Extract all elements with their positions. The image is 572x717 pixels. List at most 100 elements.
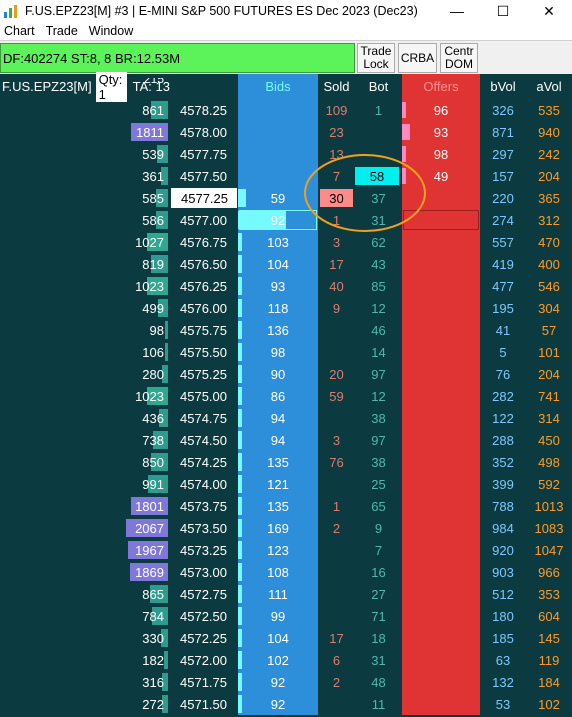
menu-trade[interactable]: Trade xyxy=(42,24,85,38)
volume-cell: 182 xyxy=(142,652,164,668)
offer-cell[interactable] xyxy=(402,363,480,385)
bid-cell[interactable]: 90 xyxy=(238,363,318,385)
price-cell[interactable]: 4573.00 xyxy=(170,561,238,583)
current-price-cell[interactable]: 4577.25 xyxy=(171,188,237,208)
price-cell[interactable]: 4572.75 xyxy=(170,583,238,605)
price-cell[interactable]: 4576.00 xyxy=(170,297,238,319)
offer-cell[interactable] xyxy=(402,187,480,209)
offer-cell[interactable]: 98 xyxy=(402,143,480,165)
maximize-button[interactable]: ☐ xyxy=(480,0,526,22)
bid-cell[interactable]: 94 xyxy=(238,429,318,451)
offer-cell[interactable] xyxy=(402,209,480,231)
price-cell[interactable]: 4573.25 xyxy=(170,539,238,561)
price-cell[interactable]: 4575.50 xyxy=(170,341,238,363)
bid-cell[interactable]: 86 xyxy=(238,385,318,407)
center-dom-button[interactable]: Centr DOM xyxy=(440,43,478,73)
bid-cell[interactable] xyxy=(238,121,318,143)
offer-cell[interactable]: 96 xyxy=(402,99,480,121)
offers-header[interactable]: Offers xyxy=(402,74,480,99)
bid-cell[interactable]: 98 xyxy=(238,341,318,363)
price-cell[interactable]: 4571.50 xyxy=(170,693,238,715)
price-cell[interactable]: 4575.00 xyxy=(170,385,238,407)
offer-cell[interactable] xyxy=(402,275,480,297)
offer-cell[interactable] xyxy=(402,693,480,715)
offer-cell[interactable] xyxy=(402,451,480,473)
price-cell[interactable]: 4573.50 xyxy=(170,517,238,539)
price-cell[interactable]: 4576.75 xyxy=(170,231,238,253)
offer-cell[interactable] xyxy=(402,231,480,253)
bid-cell[interactable]: 108 xyxy=(238,561,318,583)
price-cell[interactable]: 4572.00 xyxy=(170,649,238,671)
offer-cell[interactable] xyxy=(402,253,480,275)
bid-cell[interactable]: 102 xyxy=(238,649,318,671)
price-cell[interactable]: 4576.25 xyxy=(170,275,238,297)
price-cell[interactable]: 4577.75 xyxy=(170,143,238,165)
offer-cell[interactable] xyxy=(402,649,480,671)
price-cell[interactable]: 4578.25 xyxy=(170,99,238,121)
crba-button[interactable]: CRBA xyxy=(398,43,437,73)
bid-cell[interactable]: 104 xyxy=(238,627,318,649)
offer-cell[interactable] xyxy=(402,407,480,429)
offer-cell[interactable] xyxy=(402,341,480,363)
bid-cell[interactable]: 94 xyxy=(238,407,318,429)
bid-cell[interactable]: 93 xyxy=(238,275,318,297)
bid-cell[interactable] xyxy=(238,165,318,187)
price-cell[interactable]: 4576.50 xyxy=(170,253,238,275)
bids-header[interactable]: Bids xyxy=(238,74,318,99)
price-cell[interactable]: 4574.75 xyxy=(170,407,238,429)
bid-cell[interactable] xyxy=(238,99,318,121)
bid-cell[interactable]: 121 xyxy=(238,473,318,495)
price-cell[interactable]: 4577.50 xyxy=(170,165,238,187)
bid-cell[interactable]: 92 xyxy=(238,209,318,231)
offer-cell[interactable] xyxy=(402,385,480,407)
minimize-button[interactable]: — xyxy=(434,0,480,22)
bid-cell[interactable]: 104 xyxy=(238,253,318,275)
bid-cell[interactable]: 123 xyxy=(238,539,318,561)
bid-cell[interactable]: 99 xyxy=(238,605,318,627)
offer-cell[interactable] xyxy=(402,561,480,583)
price-cell[interactable]: 4577.00 xyxy=(170,209,238,231)
offer-cell[interactable] xyxy=(402,517,480,539)
bid-cell[interactable]: 111 xyxy=(238,583,318,605)
avol-cell: 312 xyxy=(538,212,560,228)
offer-cell[interactable]: 93 xyxy=(402,121,480,143)
offer-cell[interactable] xyxy=(402,319,480,341)
offer-cell[interactable] xyxy=(402,473,480,495)
menu-window[interactable]: Window xyxy=(85,24,140,38)
offer-cell[interactable]: 49 xyxy=(402,165,480,187)
bid-cell[interactable]: 135 xyxy=(238,451,318,473)
price-cell[interactable]: 4578.00 xyxy=(170,121,238,143)
price-cell[interactable]: 4572.50 xyxy=(170,605,238,627)
bvol-cell: 41 xyxy=(495,322,511,338)
price-cell[interactable]: 4575.25 xyxy=(170,363,238,385)
offer-cell[interactable] xyxy=(402,583,480,605)
price-cell[interactable]: 4575.75 xyxy=(170,319,238,341)
offer-cell[interactable] xyxy=(402,627,480,649)
price-cell[interactable]: 4574.00 xyxy=(170,473,238,495)
close-button[interactable]: ✕ xyxy=(526,0,572,22)
offer-cell[interactable] xyxy=(402,605,480,627)
offer-cell[interactable] xyxy=(402,495,480,517)
price-cell[interactable]: 4574.25 xyxy=(170,451,238,473)
offer-cell[interactable] xyxy=(402,429,480,451)
offer-cell[interactable] xyxy=(402,671,480,693)
price-cell[interactable]: 4573.75 xyxy=(170,495,238,517)
price-cell[interactable]: 4571.75 xyxy=(170,671,238,693)
qty-field[interactable]: Qty: 1 xyxy=(95,71,127,102)
offer-cell[interactable] xyxy=(402,539,480,561)
bid-cell[interactable]: 103 xyxy=(238,231,318,253)
bid-cell[interactable]: 59 xyxy=(238,187,318,209)
bid-cell[interactable]: 92 xyxy=(238,671,318,693)
price-cell[interactable]: 4572.25 xyxy=(170,627,238,649)
status-field: DF:402274 ST:8, 8 BR:12.53M xyxy=(0,43,355,73)
bid-cell[interactable]: 118 xyxy=(238,297,318,319)
bid-cell[interactable] xyxy=(238,143,318,165)
bid-cell[interactable]: 135 xyxy=(238,495,318,517)
bid-cell[interactable]: 169 xyxy=(238,517,318,539)
bid-cell[interactable]: 92 xyxy=(238,693,318,715)
price-cell[interactable]: 4574.50 xyxy=(170,429,238,451)
trade-lock-button[interactable]: Trade Lock xyxy=(357,43,395,73)
offer-cell[interactable] xyxy=(402,297,480,319)
bid-cell[interactable]: 136 xyxy=(238,319,318,341)
menu-chart[interactable]: Chart xyxy=(0,24,42,38)
